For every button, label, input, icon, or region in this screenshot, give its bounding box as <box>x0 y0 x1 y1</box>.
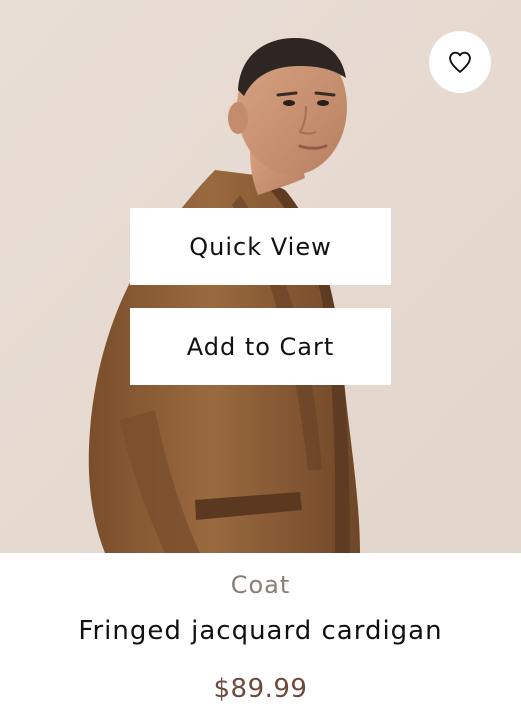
product-title[interactable]: Fringed jacquard cardigan <box>0 616 521 646</box>
product-category[interactable]: Coat <box>0 571 521 599</box>
wishlist-button[interactable] <box>429 31 491 93</box>
product-image[interactable]: Quick View Add to Cart <box>0 0 521 553</box>
add-to-cart-label: Add to Cart <box>186 332 335 361</box>
heart-outline-icon <box>449 51 471 73</box>
product-info: Coat Fringed jacquard cardigan $89.99 <box>0 553 521 710</box>
quick-view-button[interactable]: Quick View <box>130 208 391 285</box>
product-price: $89.99 <box>213 674 308 704</box>
quick-view-label: Quick View <box>189 232 332 261</box>
add-to-cart-button[interactable]: Add to Cart <box>130 308 391 385</box>
product-card: Quick View Add to Cart Coat Fringed jacq… <box>0 0 521 710</box>
